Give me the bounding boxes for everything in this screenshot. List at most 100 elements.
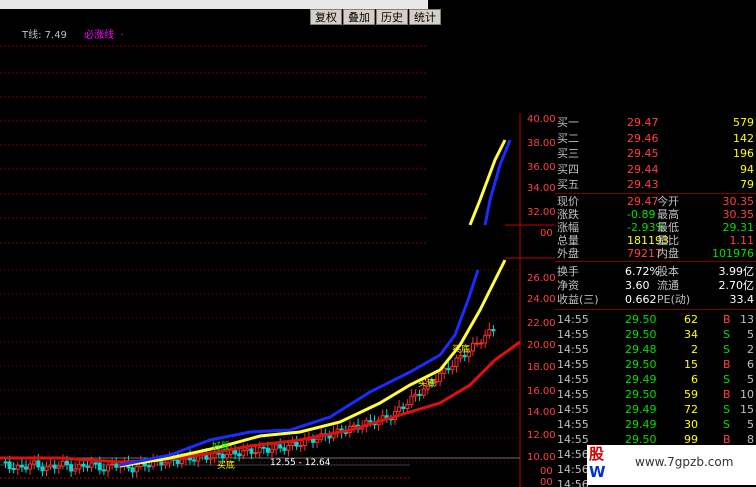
tick-count: 6 <box>747 358 754 371</box>
tick-time: 14:55 <box>557 358 589 371</box>
bid-price: 29.47 <box>627 116 659 129</box>
candle-body <box>286 445 291 451</box>
stat-value: -0.89 <box>627 208 656 221</box>
tick-count: 15 <box>740 403 754 416</box>
candle-body <box>491 329 496 332</box>
watermark-url: www.7gpzb.com <box>635 455 734 469</box>
candle-body <box>60 460 65 467</box>
candle-body <box>417 393 422 396</box>
fundamental-value: 6.72% <box>625 265 660 278</box>
bid-label: 买五 <box>557 178 579 191</box>
candle-body <box>405 404 410 410</box>
trade-tick-row: 14:55 29.48 2 S 2 <box>555 344 756 356</box>
tick-count: 2 <box>747 343 754 356</box>
tick-price: 29.50 <box>625 313 657 326</box>
watermark-logo: 股 <box>589 445 605 463</box>
watermark-logo: W <box>589 463 606 481</box>
candle-body <box>446 367 451 371</box>
tick-side: B <box>723 313 731 326</box>
tick-price: 29.50 <box>625 388 657 401</box>
range-annotation: 12.55 - 12.64 <box>270 458 331 468</box>
stat-label: 内盘 <box>657 247 679 260</box>
candlestick-series <box>3 322 496 478</box>
quote-stat-row: 涨跌 -0.89 最高 30.35 <box>555 209 756 221</box>
tick-time: 14:55 <box>557 343 589 356</box>
tick-time: 14:55 <box>557 433 589 446</box>
stat-value: 29.47 <box>627 195 659 208</box>
candle-body <box>147 465 151 468</box>
tick-count: 5 <box>747 418 754 431</box>
candle-body <box>3 461 8 464</box>
mai-di-signal: 买底 <box>418 377 436 389</box>
candle-body <box>163 462 168 466</box>
tick-volume: 6 <box>691 373 698 386</box>
separator <box>555 261 756 262</box>
fundamental-value: 3.60 <box>625 279 650 292</box>
stat-label: 涨幅 <box>557 221 579 234</box>
stat-label: 量比 <box>657 234 679 247</box>
tick-time: 14:55 <box>557 313 589 326</box>
bid-volume: 142 <box>733 131 754 145</box>
bid-volume: 196 <box>733 147 754 160</box>
candle-body <box>401 406 406 410</box>
stat-label: 外盘 <box>557 247 579 260</box>
tick-side: S <box>723 343 730 356</box>
stat-value: 1.11 <box>729 234 755 247</box>
candle-body <box>233 449 238 455</box>
candle-body <box>315 438 320 443</box>
tick-price: 29.50 <box>625 358 657 371</box>
stat-label: 最高 <box>657 208 679 221</box>
candle-body <box>409 395 414 406</box>
upper-grid <box>0 45 428 244</box>
site-watermark: 股 W www.7gpzb.com <box>587 445 756 485</box>
candle-body <box>101 469 106 472</box>
fundamental-value: 2.70亿 <box>718 279 755 292</box>
candle-body <box>352 424 356 427</box>
candle-body <box>270 448 274 453</box>
candle-body <box>89 462 94 468</box>
price-label: 00 <box>540 466 553 477</box>
fundamental-row: 收益(三) 0.662 PE(动) 33.4 <box>555 294 756 306</box>
stat-value: 101976 <box>712 247 754 260</box>
fundamental-label: 股本 <box>657 265 679 278</box>
bid-volume: 579 <box>733 116 754 129</box>
tick-time: 14:56 <box>557 463 589 476</box>
price-label: 12.00 <box>527 430 555 441</box>
tick-side: B <box>723 358 731 371</box>
mai-di-signal: 买底 <box>217 459 235 471</box>
mai-di-signal: 买底 <box>452 343 470 355</box>
tick-volume: 59 <box>684 388 698 401</box>
stat-label: 涨跌 <box>557 208 579 221</box>
tick-price: 29.48 <box>625 343 657 356</box>
price-chart[interactable]: 40.00 38.00 36.00 34.00 32.00 00 26.00 2… <box>0 0 555 487</box>
tick-side: S <box>723 418 730 431</box>
trade-tick-row: 14:55 29.50 15 B 6 <box>555 359 756 371</box>
candle-body <box>450 365 455 371</box>
tick-time: 14:56 <box>557 448 589 461</box>
candle-body <box>130 467 135 473</box>
candle-body <box>106 464 110 472</box>
tick-volume: 15 <box>684 358 698 371</box>
candle-body <box>93 462 98 465</box>
tick-price: 29.49 <box>625 403 657 416</box>
price-label: 40.00 <box>527 114 555 125</box>
tick-count: 10 <box>740 388 754 401</box>
candle-body <box>192 459 197 462</box>
price-label: 16.00 <box>527 386 555 397</box>
candle-body <box>479 342 484 345</box>
price-axis-labels: 40.00 38.00 36.00 34.00 32.00 00 26.00 2… <box>527 114 555 487</box>
trade-tick-row: 14:55 29.50 34 S 5 <box>555 329 756 341</box>
tick-side: S <box>723 373 730 386</box>
tick-volume: 62 <box>684 313 698 326</box>
tick-volume: 2 <box>691 343 698 356</box>
candle-body <box>368 420 373 423</box>
candle-body <box>40 466 45 472</box>
candle-body <box>475 342 479 345</box>
candle-body <box>265 447 270 453</box>
trade-tick-row: 14:55 29.49 30 S 5 <box>555 419 756 431</box>
candle-body <box>237 453 242 457</box>
trade-tick-row: 14:55 29.50 62 B 13 <box>555 314 756 326</box>
bid-row: 买一 29.47 579 <box>555 117 756 129</box>
fundamental-row: 换手 6.72% 股本 3.99亿 <box>555 266 756 278</box>
tick-volume: 30 <box>684 418 698 431</box>
